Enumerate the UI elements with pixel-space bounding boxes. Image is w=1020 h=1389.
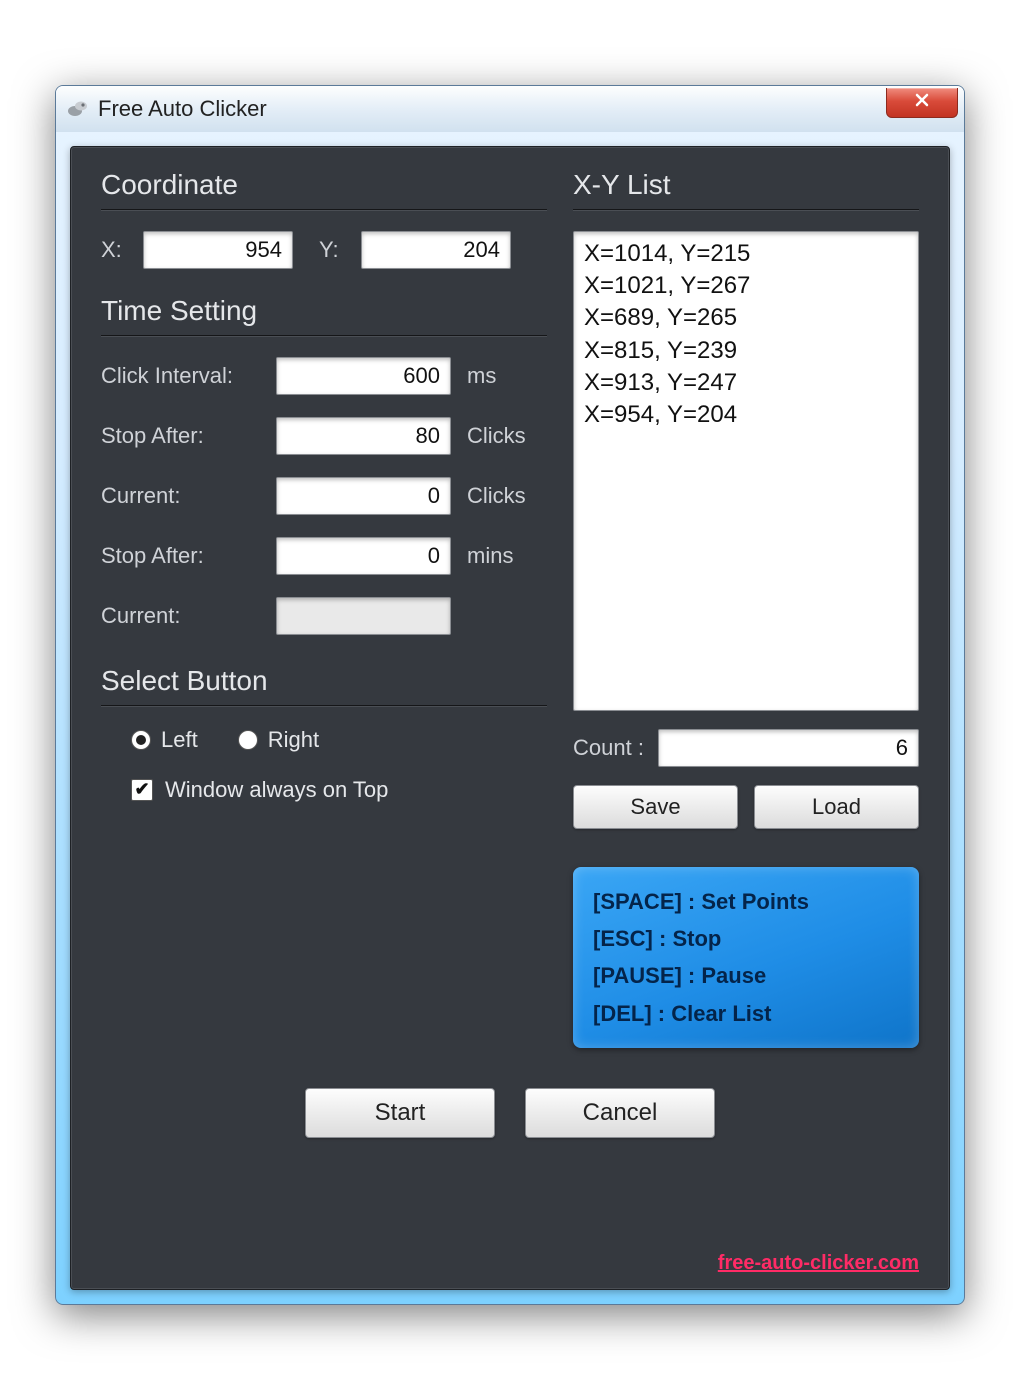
x-input[interactable]	[143, 231, 293, 269]
close-icon	[912, 90, 932, 115]
list-item[interactable]: X=1014, Y=215	[584, 238, 908, 270]
stop-after-clicks-unit: Clicks	[467, 423, 547, 449]
close-button[interactable]	[886, 88, 958, 118]
click-interval-unit: ms	[467, 363, 547, 389]
main-panel: Coordinate X: Y: Time Setting Click Inte…	[70, 146, 950, 1290]
radio-left[interactable]: Left	[131, 727, 198, 753]
hotkey-hint-box: [SPACE] : Set Points [ESC] : Stop [PAUSE…	[573, 867, 919, 1049]
divider	[101, 209, 547, 211]
hint-space: [SPACE] : Set Points	[593, 883, 899, 920]
click-interval-input[interactable]	[276, 357, 451, 395]
current-clicks-unit: Clicks	[467, 483, 547, 509]
stop-after-mins-input[interactable]	[276, 537, 451, 575]
list-item[interactable]: X=954, Y=204	[584, 399, 908, 431]
load-button[interactable]: Load	[754, 785, 919, 829]
time-setting-title: Time Setting	[101, 295, 547, 327]
count-input[interactable]	[658, 729, 919, 767]
xy-listbox[interactable]: X=1014, Y=215X=1021, Y=267X=689, Y=265X=…	[573, 231, 919, 711]
x-label: X:	[101, 237, 131, 263]
list-item[interactable]: X=689, Y=265	[584, 302, 908, 334]
window-title: Free Auto Clicker	[98, 96, 267, 122]
stop-after-mins-label: Stop After:	[101, 543, 276, 569]
xy-list-title: X-Y List	[573, 169, 919, 201]
current-clicks-input[interactable]	[276, 477, 451, 515]
coordinate-title: Coordinate	[101, 169, 547, 201]
stop-after-mins-unit: mins	[467, 543, 547, 569]
radio-right-label: Right	[268, 727, 319, 753]
click-interval-label: Click Interval:	[101, 363, 276, 389]
divider	[573, 209, 919, 211]
count-label: Count :	[573, 735, 644, 761]
select-button-title: Select Button	[101, 665, 547, 697]
checkbox-icon: ✔	[131, 779, 153, 801]
stop-after-clicks-input[interactable]	[276, 417, 451, 455]
radio-dot-icon	[131, 730, 151, 750]
list-item[interactable]: X=815, Y=239	[584, 335, 908, 367]
current-time-input	[276, 597, 451, 635]
radio-dot-icon	[238, 730, 258, 750]
y-label: Y:	[319, 237, 349, 263]
current-time-label: Current:	[101, 603, 276, 629]
start-button[interactable]: Start	[305, 1088, 495, 1138]
current-clicks-label: Current:	[101, 483, 276, 509]
divider	[101, 335, 547, 337]
stop-after-clicks-label: Stop After:	[101, 423, 276, 449]
list-item[interactable]: X=913, Y=247	[584, 367, 908, 399]
divider	[101, 705, 547, 707]
titlebar[interactable]: Free Auto Clicker	[56, 86, 964, 132]
cancel-button[interactable]: Cancel	[525, 1088, 715, 1138]
hint-del: [DEL] : Clear List	[593, 995, 899, 1032]
always-on-top-label: Window always on Top	[165, 777, 388, 803]
radio-left-label: Left	[161, 727, 198, 753]
hint-esc: [ESC] : Stop	[593, 920, 899, 957]
list-item[interactable]: X=1021, Y=267	[584, 270, 908, 302]
app-window: Free Auto Clicker Coordinate X: Y: Time …	[55, 85, 965, 1305]
y-input[interactable]	[361, 231, 511, 269]
radio-right[interactable]: Right	[238, 727, 319, 753]
always-on-top-checkbox[interactable]: ✔ Window always on Top	[131, 777, 547, 803]
save-button[interactable]: Save	[573, 785, 738, 829]
app-icon	[66, 97, 90, 121]
footer-link[interactable]: free-auto-clicker.com	[718, 1252, 919, 1275]
hint-pause: [PAUSE] : Pause	[593, 957, 899, 994]
